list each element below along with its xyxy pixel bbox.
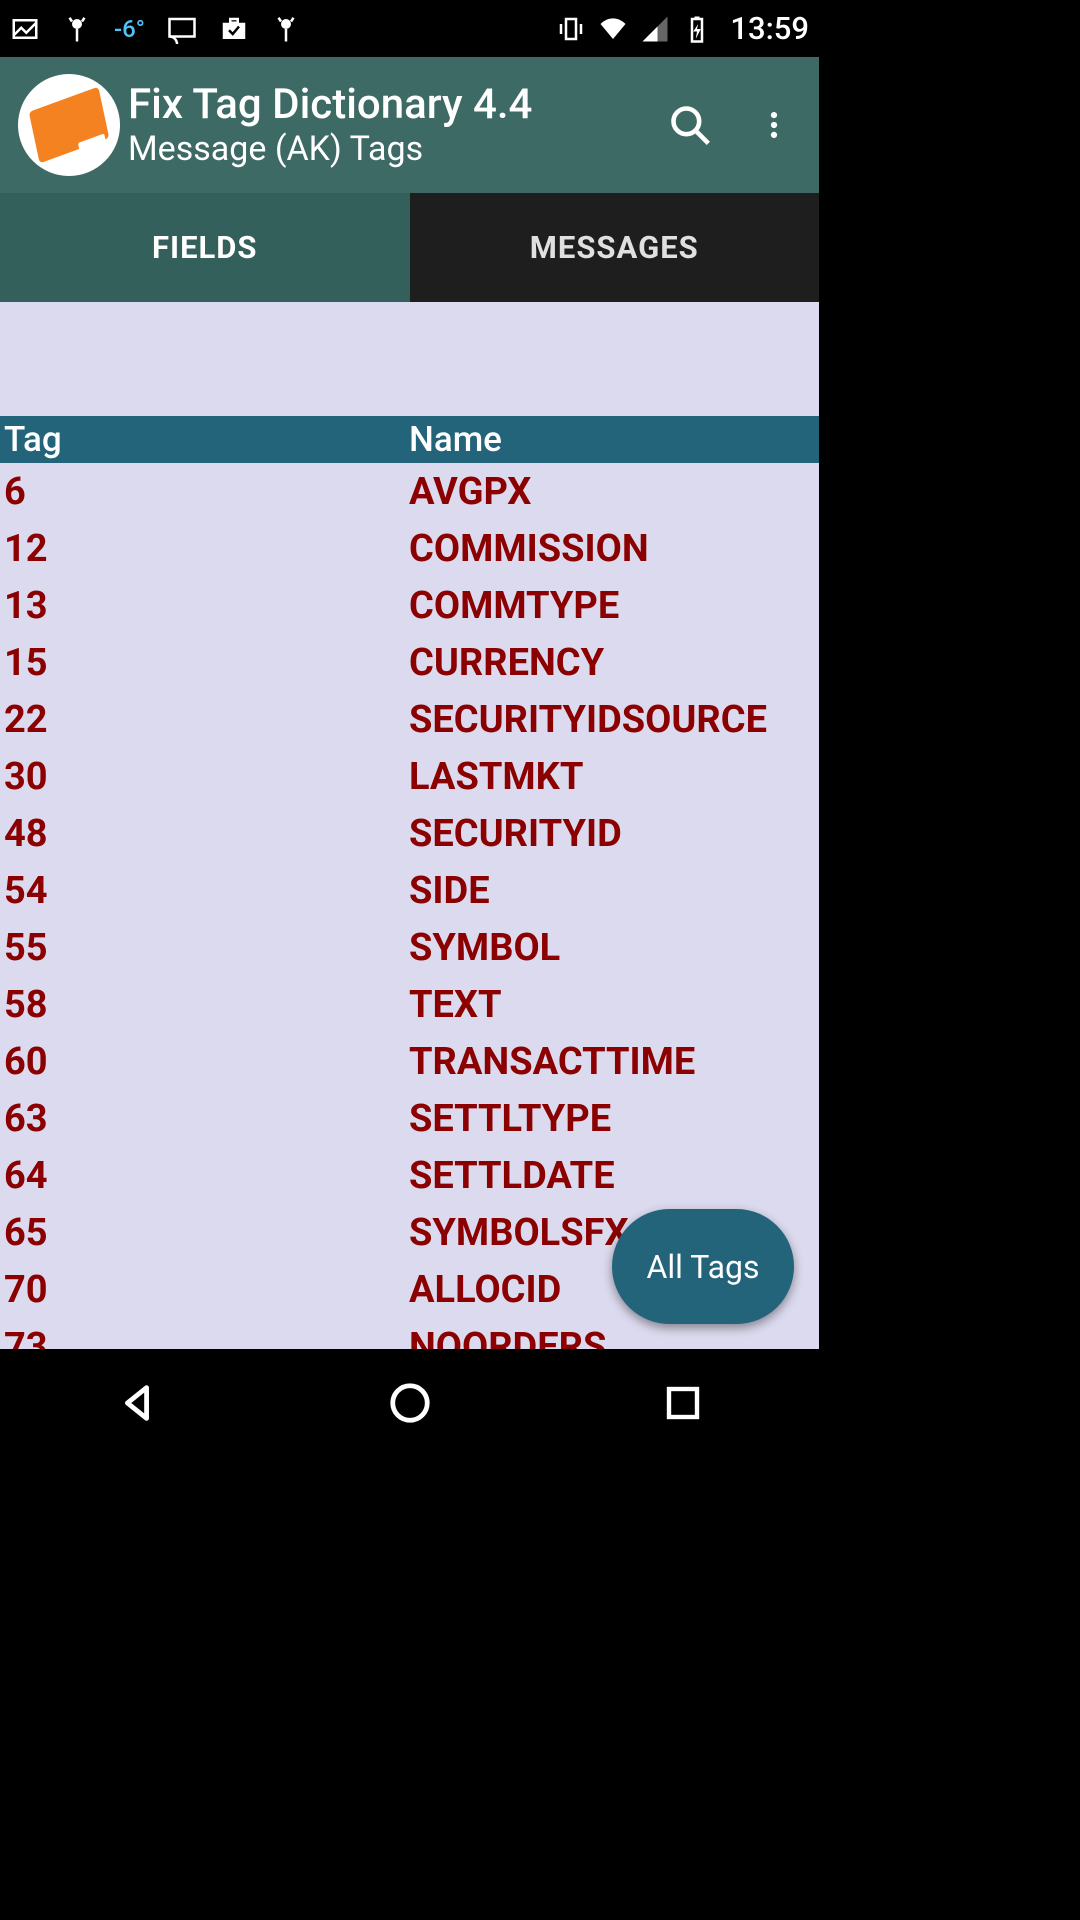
- cell-name: AVGPX: [409, 470, 819, 514]
- cell-tag: 64: [0, 1154, 409, 1198]
- home-button[interactable]: [380, 1373, 440, 1433]
- cast-icon: [167, 14, 197, 44]
- search-icon: [668, 103, 712, 147]
- tab-bar: FIELDS MESSAGES: [0, 193, 819, 302]
- table-row[interactable]: 12COMMISSION: [0, 520, 819, 577]
- table-row[interactable]: 54SIDE: [0, 862, 819, 919]
- cell-name: CURRENCY: [409, 641, 819, 685]
- tab-messages[interactable]: MESSAGES: [410, 193, 820, 302]
- recents-button[interactable]: [653, 1373, 713, 1433]
- recents-icon: [662, 1382, 704, 1424]
- cell-name: SIDE: [409, 869, 819, 913]
- cell-tag: 55: [0, 926, 409, 970]
- status-time: 13:59: [730, 10, 809, 47]
- cell-name: COMMTYPE: [409, 584, 819, 628]
- picture-icon: [10, 14, 40, 44]
- cell-tag: 13: [0, 584, 409, 628]
- screen: -6° 13:59: [0, 0, 819, 1456]
- table-row[interactable]: 30LASTMKT: [0, 748, 819, 805]
- overflow-menu-button[interactable]: [747, 98, 801, 152]
- content-area: Tag Name 6AVGPX12COMMISSION13COMMTYPE15C…: [0, 302, 819, 1349]
- vibrate-icon: [556, 14, 586, 44]
- cell-tag: 12: [0, 527, 409, 571]
- cell-tag: 48: [0, 812, 409, 856]
- table-header: Tag Name: [0, 416, 819, 463]
- table-row[interactable]: 22SECURITYIDSOURCE: [0, 691, 819, 748]
- cell-tag: 30: [0, 755, 409, 799]
- app-logo-icon: [29, 87, 109, 164]
- usb-debug-icon: [62, 14, 92, 44]
- cell-tag: 73: [0, 1325, 409, 1350]
- signal-icon: [640, 14, 670, 44]
- cell-tag: 6: [0, 470, 409, 514]
- table-row[interactable]: 15CURRENCY: [0, 634, 819, 691]
- cell-tag: 15: [0, 641, 409, 685]
- table-row[interactable]: 63SETTLTYPE: [0, 1090, 819, 1147]
- cell-tag: 70: [0, 1268, 409, 1312]
- cell-tag: 63: [0, 1097, 409, 1141]
- cell-tag: 60: [0, 1040, 409, 1084]
- content-spacer: [0, 302, 819, 416]
- cell-name: SETTLTYPE: [409, 1097, 819, 1141]
- app-logo: [18, 74, 120, 176]
- cell-name: SECURITYID: [409, 812, 819, 856]
- cell-tag: 22: [0, 698, 409, 742]
- cell-name: TRANSACTTIME: [409, 1040, 819, 1084]
- table-row[interactable]: 55SYMBOL: [0, 919, 819, 976]
- usb-debug-icon-2: [271, 14, 301, 44]
- app-actions: [663, 98, 801, 152]
- briefcase-icon: [219, 14, 249, 44]
- cell-name: SETTLDATE: [409, 1154, 819, 1198]
- search-button[interactable]: [663, 98, 717, 152]
- cell-tag: 54: [0, 869, 409, 913]
- cell-tag: 58: [0, 983, 409, 1027]
- all-tags-fab[interactable]: All Tags: [612, 1209, 794, 1324]
- cell-name: TEXT: [409, 983, 819, 1027]
- wifi-icon: [598, 14, 628, 44]
- table-row[interactable]: 13COMMTYPE: [0, 577, 819, 634]
- table-row[interactable]: 48SECURITYID: [0, 805, 819, 862]
- column-header-name: Name: [409, 419, 819, 460]
- table-row[interactable]: 60TRANSACTTIME: [0, 1033, 819, 1090]
- home-icon: [387, 1380, 433, 1426]
- status-temp: -6°: [114, 15, 145, 43]
- navigation-bar: [0, 1349, 819, 1456]
- status-right: 13:59: [556, 10, 809, 47]
- cell-tag: 65: [0, 1211, 409, 1255]
- tab-fields[interactable]: FIELDS: [0, 193, 410, 302]
- cell-name: NOORDERS: [409, 1325, 819, 1350]
- cell-name: LASTMKT: [409, 755, 819, 799]
- table-row[interactable]: 58TEXT: [0, 976, 819, 1033]
- cell-name: COMMISSION: [409, 527, 819, 571]
- app-title: Fix Tag Dictionary 4.4: [128, 81, 663, 129]
- table-row[interactable]: 64SETTLDATE: [0, 1147, 819, 1204]
- more-vert-icon: [757, 108, 791, 142]
- back-button[interactable]: [107, 1373, 167, 1433]
- app-subtitle: Message (AK) Tags: [128, 130, 663, 169]
- column-header-tag: Tag: [0, 419, 409, 460]
- cell-name: SECURITYIDSOURCE: [409, 698, 819, 742]
- app-bar: Fix Tag Dictionary 4.4 Message (AK) Tags: [0, 57, 819, 193]
- status-bar: -6° 13:59: [0, 0, 819, 57]
- status-left: -6°: [10, 14, 556, 44]
- back-icon: [114, 1380, 160, 1426]
- app-titles: Fix Tag Dictionary 4.4 Message (AK) Tags: [128, 81, 663, 168]
- battery-charging-icon: [682, 14, 712, 44]
- table-row[interactable]: 6AVGPX: [0, 463, 819, 520]
- cell-name: SYMBOL: [409, 926, 819, 970]
